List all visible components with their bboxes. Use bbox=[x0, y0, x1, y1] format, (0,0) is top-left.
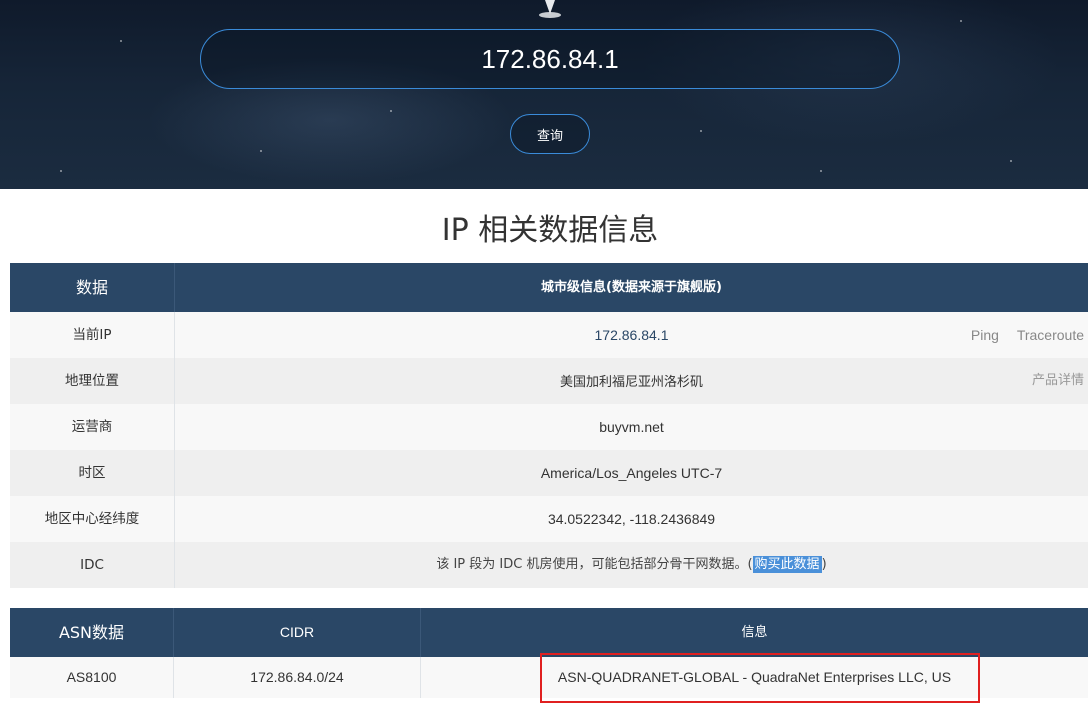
section-title: IP 相关数据信息 bbox=[441, 213, 659, 248]
asn-value: AS8100 bbox=[10, 657, 174, 698]
header-city-info: 城市级信息(数据来源于旗舰版) bbox=[541, 280, 722, 295]
asn-table-header: ASN数据 CIDR 信息 bbox=[10, 608, 1088, 657]
star-decoration bbox=[60, 170, 62, 172]
header-cidr: CIDR bbox=[174, 608, 421, 657]
query-button[interactable]: 查询 bbox=[510, 114, 590, 154]
ping-link[interactable]: Ping bbox=[971, 327, 999, 343]
ip-search-input[interactable] bbox=[200, 29, 900, 89]
idc-value-cell: 该 IP 段为 IDC 机房使用，可能包括部分骨干网数据。(购买此数据) bbox=[175, 542, 1088, 588]
row-value-cell: 172.86.84.1 Ping Traceroute bbox=[175, 312, 1088, 358]
info-table-header: 数据 城市级信息(数据来源于旗舰版) bbox=[10, 263, 1088, 312]
current-ip-value: 172.86.84.1 bbox=[594, 327, 669, 343]
table-row: 运营商 buyvm.net bbox=[10, 404, 1088, 450]
hero-banner: 查询 bbox=[0, 0, 1088, 189]
traceroute-link[interactable]: Traceroute bbox=[1017, 327, 1084, 343]
table-row: IDC 该 IP 段为 IDC 机房使用，可能包括部分骨干网数据。(购买此数据) bbox=[10, 542, 1088, 588]
ip-tool-links: Ping Traceroute bbox=[957, 312, 1084, 358]
timezone-value: America/Los_Angeles UTC-7 bbox=[540, 465, 723, 481]
star-decoration bbox=[960, 20, 962, 22]
star-decoration bbox=[390, 110, 392, 112]
isp-value: buyvm.net bbox=[599, 419, 664, 435]
header-data: 数据 bbox=[10, 263, 175, 312]
header-asn: ASN数据 bbox=[10, 608, 174, 657]
star-decoration bbox=[1010, 160, 1012, 162]
star-decoration bbox=[260, 150, 262, 152]
row-label: 地理位置 bbox=[10, 358, 175, 404]
table-row: 时区 America/Los_Angeles UTC-7 bbox=[10, 450, 1088, 496]
idc-description: 该 IP 段为 IDC 机房使用，可能包括部分骨干网数据。( bbox=[436, 557, 753, 572]
cidr-value: 172.86.84.0/24 bbox=[174, 657, 421, 698]
row-label: IDC bbox=[10, 542, 175, 588]
highlight-annotation-box bbox=[540, 653, 980, 703]
location-pin-icon bbox=[538, 0, 562, 18]
star-decoration bbox=[700, 130, 702, 132]
star-decoration bbox=[120, 40, 122, 42]
header-info: 信息 bbox=[741, 625, 768, 640]
idc-suffix: ) bbox=[821, 557, 827, 572]
buy-data-link[interactable]: 购买此数据 bbox=[752, 556, 822, 573]
row-label: 运营商 bbox=[10, 404, 175, 450]
table-row: 地区中心经纬度 34.0522342, -118.2436849 bbox=[10, 496, 1088, 542]
row-value-cell: 美国加利福尼亚州洛杉矶 产品详情 bbox=[175, 358, 1088, 404]
location-value: 美国加利福尼亚州洛杉矶 bbox=[559, 375, 703, 390]
table-row: 当前IP 172.86.84.1 Ping Traceroute bbox=[10, 312, 1088, 358]
product-details-link[interactable]: 产品详情 bbox=[1032, 358, 1084, 404]
table-row: 地理位置 美国加利福尼亚州洛杉矶 产品详情 bbox=[10, 358, 1088, 404]
row-label: 时区 bbox=[10, 450, 175, 496]
row-label: 地区中心经纬度 bbox=[10, 496, 175, 542]
star-decoration bbox=[820, 170, 822, 172]
row-label: 当前IP bbox=[10, 312, 175, 358]
coordinates-value: 34.0522342, -118.2436849 bbox=[547, 511, 716, 527]
